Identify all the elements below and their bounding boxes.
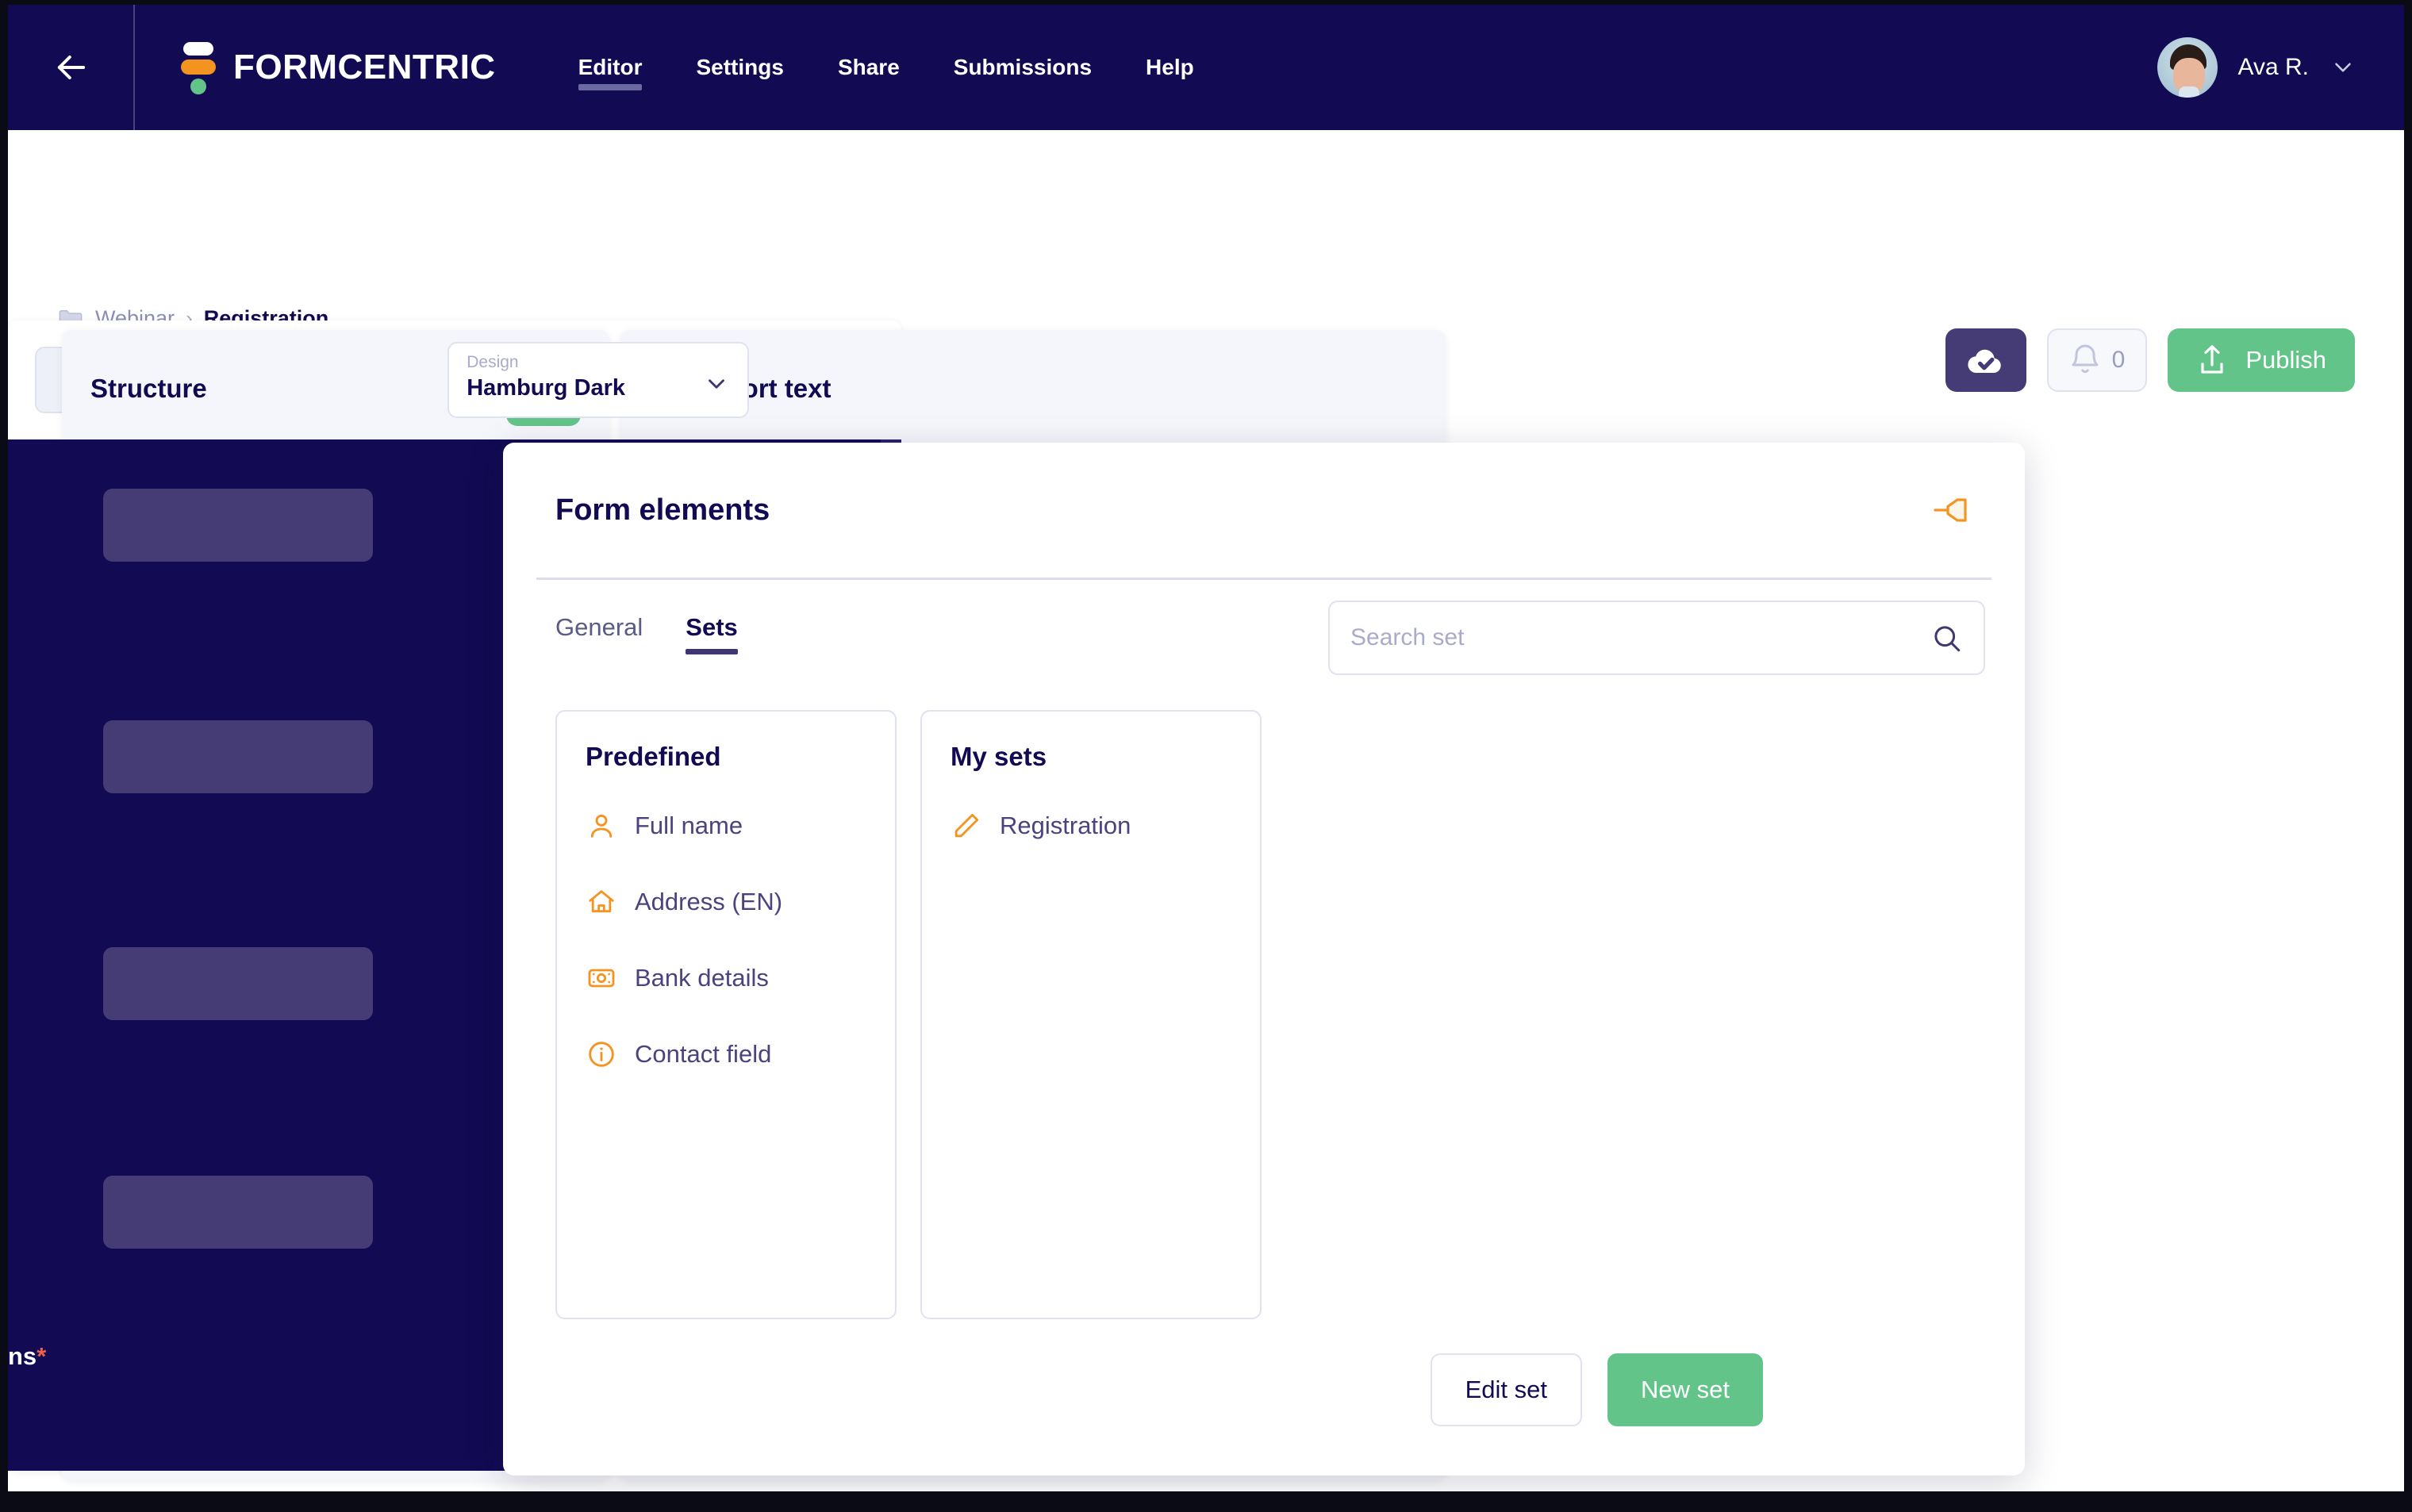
set-search-input[interactable] <box>1350 624 1930 651</box>
back-button[interactable] <box>8 5 135 130</box>
new-set-button[interactable]: New set <box>1607 1353 1763 1426</box>
dialog-tabs: General Sets <box>503 580 2025 675</box>
design-select[interactable]: Design Hamburg Dark <box>447 342 750 418</box>
sets-cards: Predefined Full name Address (EN) Bank d… <box>503 654 2025 1319</box>
my-sets-item-label: Registration <box>1000 812 1131 839</box>
preview-field-placeholder <box>103 1176 373 1249</box>
design-select-label: Design <box>467 353 519 371</box>
dialog-footer: Edit set New set <box>1430 1353 1763 1426</box>
form-elements-dialog: Form elements General Sets Predefined <box>503 443 2025 1476</box>
user-menu[interactable]: Ava R. <box>2157 5 2357 130</box>
my-sets-card: My sets Registration <box>920 710 1262 1319</box>
nav-item-settings[interactable]: Settings <box>669 5 810 130</box>
tab-general[interactable]: General <box>555 613 643 654</box>
predefined-item-contact-field[interactable]: Contact field <box>586 1034 866 1075</box>
predefined-item-bank-details[interactable]: Bank details <box>586 957 866 999</box>
preview-field-placeholder <box>103 720 373 793</box>
nav-item-editor[interactable]: Editor <box>551 5 670 130</box>
predefined-item-label: Bank details <box>635 964 769 992</box>
predefined-item-label: Contact field <box>635 1040 772 1068</box>
nav-item-submissions[interactable]: Submissions <box>927 5 1119 130</box>
my-sets-list: Registration <box>951 805 1231 846</box>
brand-logo[interactable]: FORMCENTRIC <box>181 40 496 95</box>
tab-sets[interactable]: Sets <box>686 613 739 654</box>
pencil-icon <box>954 813 979 838</box>
person-icon <box>590 814 613 838</box>
my-sets-item-registration[interactable]: Registration <box>951 805 1231 846</box>
preview-field-placeholder <box>103 947 373 1020</box>
dialog-title: Form elements <box>555 493 770 527</box>
search-icon[interactable] <box>1930 621 1963 654</box>
main-menu: Editor Settings Share Submissions Help <box>551 5 1221 130</box>
avatar <box>2157 37 2218 98</box>
predefined-item-address[interactable]: Address (EN) <box>586 881 866 923</box>
formcentric-mark-icon <box>181 40 216 95</box>
chevron-down-icon[interactable] <box>703 370 730 397</box>
user-name-label: Ava R. <box>2237 54 2310 80</box>
predefined-title: Predefined <box>586 742 721 771</box>
my-sets-title: My sets <box>951 742 1047 771</box>
nav-item-help[interactable]: Help <box>1119 5 1221 130</box>
predefined-item-full-name[interactable]: Full name <box>586 805 866 846</box>
set-search-field[interactable] <box>1328 601 1985 675</box>
preview-field-placeholder <box>103 489 373 562</box>
top-navigation-bar: FORMCENTRIC Editor Settings Share Submis… <box>8 5 2404 130</box>
arrow-left-icon <box>57 56 86 79</box>
info-circle-icon <box>589 1042 614 1067</box>
edit-set-button[interactable]: Edit set <box>1430 1353 1583 1426</box>
structure-title: Structure <box>90 373 207 403</box>
banknote-icon <box>588 969 615 988</box>
predefined-item-label: Full name <box>635 812 743 839</box>
page-header: Webinar › Registration Edit Registration… <box>8 130 2404 392</box>
preview-consent-label: ns* <box>8 1342 47 1370</box>
app-window: FORMCENTRIC Editor Settings Share Submis… <box>8 5 2404 1496</box>
window-bottom-edge <box>0 1491 2412 1512</box>
design-select-value: Hamburg Dark <box>467 375 626 401</box>
pin-icon[interactable] <box>1931 493 1972 528</box>
brand-name: FORMCENTRIC <box>233 48 496 86</box>
dialog-header: Form elements <box>503 443 2025 578</box>
predefined-item-label: Address (EN) <box>635 888 783 915</box>
chevron-down-icon <box>2335 63 2351 72</box>
predefined-list: Full name Address (EN) Bank details Cont… <box>586 805 866 1075</box>
nav-item-share[interactable]: Share <box>811 5 927 130</box>
predefined-sets-card: Predefined Full name Address (EN) Bank d… <box>555 710 897 1319</box>
home-icon <box>589 890 614 913</box>
